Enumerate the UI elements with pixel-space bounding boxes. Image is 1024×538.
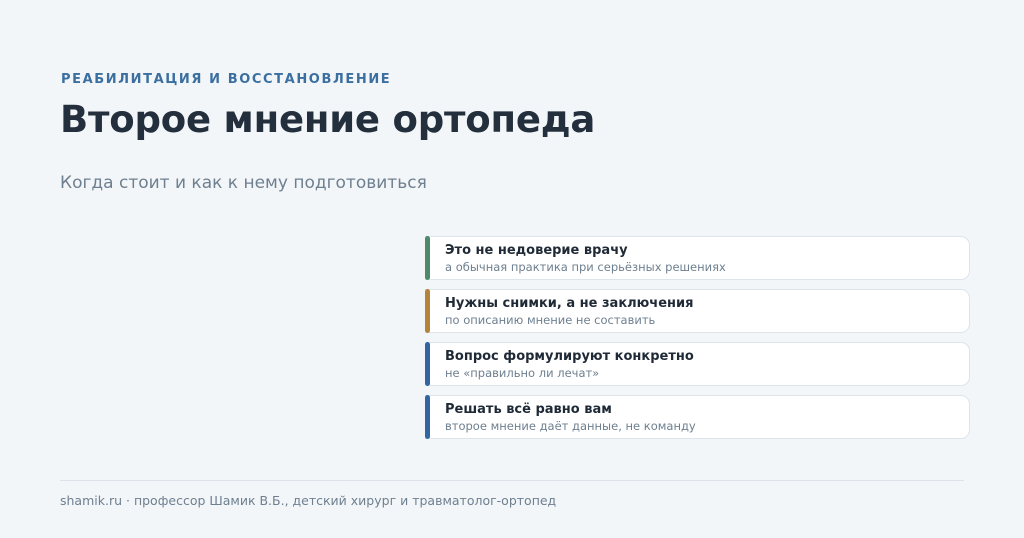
key-point-card: Решать всё равно вам второе мнение даёт …: [425, 395, 970, 439]
key-point-card: Нужны снимки, а не заключения по описани…: [425, 289, 970, 333]
key-point-card: Это не недоверие врачу а обычная практик…: [425, 236, 970, 280]
card-subtitle: а обычная практика при серьёзных решения…: [445, 260, 726, 274]
footer-credit: shamik.ru · профессор Шамик В.Б., детски…: [60, 493, 557, 508]
card-subtitle: второе мнение даёт данные, не команду: [445, 419, 696, 433]
page: РЕАБИЛИТАЦИЯ И ВОССТАНОВЛЕНИЕ Второе мне…: [0, 0, 1024, 538]
footer-divider: [60, 480, 964, 481]
card-accent-bar: [425, 289, 430, 333]
card-subtitle: по описанию мнение не составить: [445, 313, 656, 327]
key-point-card: Вопрос формулируют конкретно не «правиль…: [425, 342, 970, 386]
section-kicker: РЕАБИЛИТАЦИЯ И ВОССТАНОВЛЕНИЕ: [61, 72, 392, 87]
card-accent-bar: [425, 342, 430, 386]
page-title: Второе мнение ортопеда: [60, 98, 596, 141]
card-accent-bar: [425, 395, 430, 439]
card-title: Решать всё равно вам: [445, 402, 612, 417]
card-subtitle: не «правильно ли лечат»: [445, 366, 600, 380]
card-title: Это не недоверие врачу: [445, 243, 628, 258]
page-subtitle: Когда стоит и как к нему подготовиться: [60, 173, 427, 193]
card-title: Вопрос формулируют конкретно: [445, 349, 694, 364]
card-accent-bar: [425, 236, 430, 280]
key-points-list: Это не недоверие врачу а обычная практик…: [425, 236, 970, 448]
card-title: Нужны снимки, а не заключения: [445, 296, 694, 311]
